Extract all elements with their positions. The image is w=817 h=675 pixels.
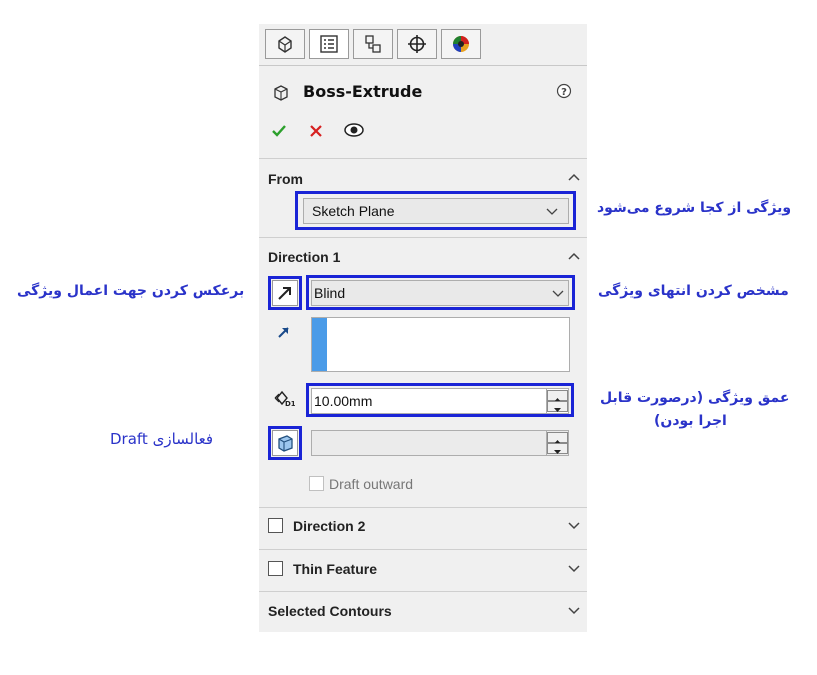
property-manager-icon bbox=[320, 35, 338, 53]
configuration-manager-icon bbox=[365, 35, 381, 53]
section-from-label: From bbox=[268, 171, 303, 187]
display-manager-icon bbox=[453, 36, 469, 52]
section-direction2-label: Direction 2 bbox=[293, 518, 366, 534]
direction1-divider bbox=[259, 507, 587, 508]
thin-feature-divider bbox=[259, 591, 587, 592]
header-divider bbox=[259, 158, 587, 159]
tab-bar-divider bbox=[259, 65, 587, 66]
section-thin-feature-label: Thin Feature bbox=[293, 561, 378, 577]
svg-text:?: ? bbox=[561, 87, 567, 98]
section-selected-contours-label: Selected Contours bbox=[268, 603, 392, 619]
tab-feature-manager[interactable] bbox=[265, 29, 305, 59]
feature-manager-icon bbox=[278, 36, 292, 53]
direction2-checkbox[interactable] bbox=[268, 518, 283, 533]
direction-arrow-icon bbox=[278, 327, 289, 338]
draft-outward-label: Draft outward bbox=[329, 476, 414, 492]
annotation-end-condition: مشخص کردن انتهای ویژگی bbox=[598, 283, 789, 299]
svg-text:D1: D1 bbox=[285, 400, 295, 408]
reverse-highlight-box bbox=[268, 276, 302, 310]
annotation-from: ویژگی از کجا شروع می‌شود bbox=[597, 200, 792, 216]
chevron-up-icon[interactable] bbox=[567, 170, 581, 184]
draft-angle-input[interactable] bbox=[311, 430, 569, 456]
draft-spinner[interactable] bbox=[546, 431, 568, 455]
spinner-up-button[interactable] bbox=[547, 432, 568, 444]
dimxpert-icon bbox=[408, 35, 426, 53]
spinner-down-button[interactable] bbox=[547, 443, 568, 454]
section-direction1-label: Direction 1 bbox=[268, 249, 341, 265]
x-icon[interactable] bbox=[309, 124, 323, 138]
feature-title: Boss-Extrude bbox=[303, 82, 423, 101]
property-manager-panel: Boss-Extrude ? From Sketch Plane Directi… bbox=[259, 24, 587, 632]
from-divider bbox=[259, 237, 587, 238]
direction-vector-list[interactable] bbox=[311, 317, 570, 372]
chevron-up-icon[interactable] bbox=[567, 249, 581, 263]
end-condition-highlight-box bbox=[306, 275, 575, 310]
boss-extrude-feature-icon bbox=[274, 85, 288, 101]
tab-property-manager[interactable] bbox=[309, 29, 349, 59]
depth-dimension-icon: D1 bbox=[274, 390, 295, 408]
from-highlight-box bbox=[295, 191, 576, 230]
chevron-down-icon[interactable] bbox=[567, 518, 581, 532]
chevron-down-icon[interactable] bbox=[567, 603, 581, 617]
annotation-draft: فعالسازی Draft bbox=[110, 430, 214, 448]
eye-icon[interactable] bbox=[343, 122, 365, 138]
caret-down-icon bbox=[554, 450, 561, 454]
thin-feature-checkbox[interactable] bbox=[268, 561, 283, 576]
check-icon[interactable] bbox=[271, 123, 287, 139]
tab-display-manager[interactable] bbox=[441, 29, 481, 59]
draft-outward-checkbox[interactable] bbox=[309, 476, 324, 491]
draft-highlight-box bbox=[268, 426, 302, 460]
selection-indicator bbox=[312, 318, 327, 371]
tab-dimxpert[interactable] bbox=[397, 29, 437, 59]
direction2-divider bbox=[259, 549, 587, 550]
annotation-depth-line2: اجرا بودن) bbox=[654, 413, 727, 429]
annotation-reverse: برعکس کردن جهت اعمال ویژگی bbox=[17, 283, 245, 299]
help-icon[interactable]: ? bbox=[556, 83, 572, 99]
tab-configuration-manager[interactable] bbox=[353, 29, 393, 59]
chevron-down-icon[interactable] bbox=[567, 561, 581, 575]
depth-highlight-box bbox=[306, 383, 574, 417]
manager-tab-bar bbox=[259, 24, 587, 66]
annotation-depth-line1: عمق ویژگی (درصورت قابل bbox=[600, 390, 790, 406]
